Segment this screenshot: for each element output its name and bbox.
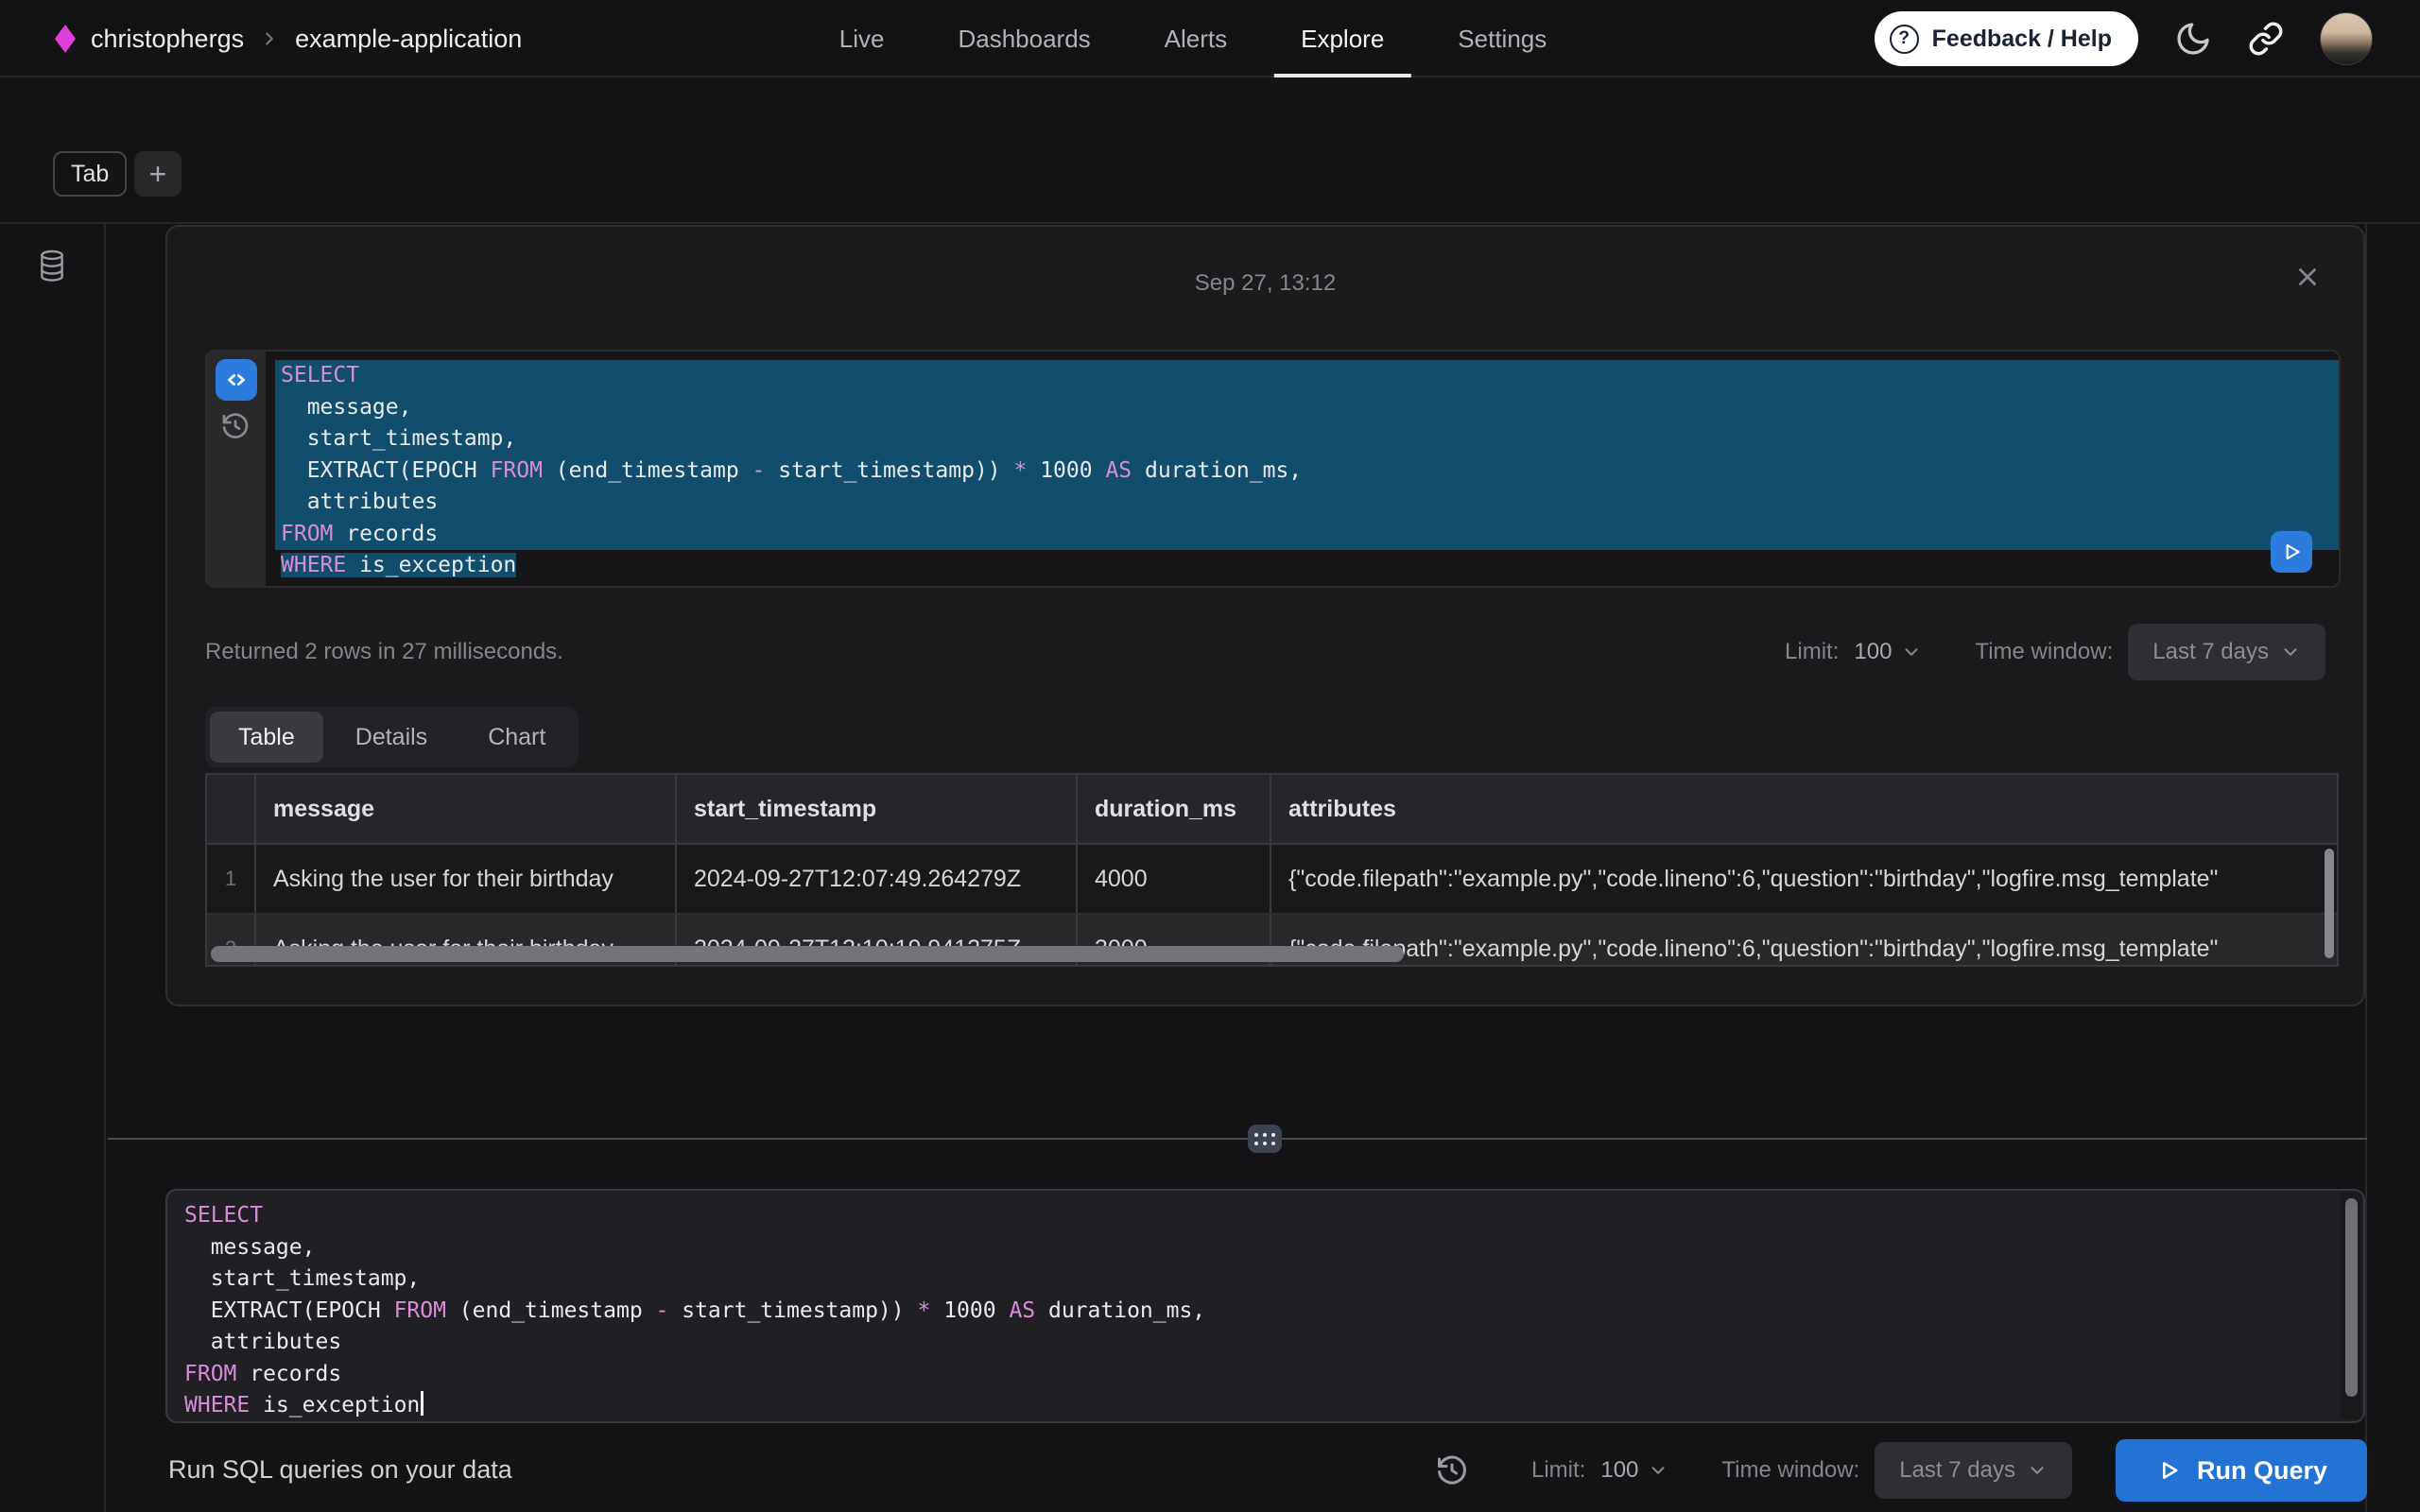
result-summary: Returned 2 rows in 27 milliseconds. bbox=[205, 639, 563, 665]
breadcrumb-separator-icon bbox=[259, 28, 280, 49]
breadcrumb: christophergs example-application bbox=[55, 0, 522, 77]
sql-line: attributes bbox=[179, 1327, 2363, 1359]
table-cell-duration_ms: 4000 bbox=[1078, 845, 1271, 913]
nav-item-live[interactable]: Live bbox=[839, 0, 885, 77]
table-header-message: message bbox=[256, 775, 677, 843]
query-history-icon[interactable] bbox=[1435, 1453, 1469, 1487]
sql-line: WHERE is_exception bbox=[275, 550, 2339, 582]
horizontal-scrollbar[interactable] bbox=[211, 946, 1404, 962]
help-icon: ? bbox=[1890, 25, 1919, 54]
run-snippet-play-button[interactable] bbox=[2271, 531, 2312, 573]
snippet-history-icon[interactable] bbox=[220, 410, 252, 442]
breadcrumb-org[interactable]: christophergs bbox=[91, 25, 244, 54]
code-icon-button[interactable] bbox=[216, 359, 257, 401]
card-timestamp: Sep 27, 13:12 bbox=[167, 270, 2363, 297]
nav-item-settings[interactable]: Settings bbox=[1458, 0, 1547, 77]
code-brackets-icon bbox=[223, 367, 250, 393]
page-title: Run SQL queries on your data bbox=[168, 1455, 512, 1485]
nav-item-alerts[interactable]: Alerts bbox=[1165, 0, 1227, 77]
sql-editor-code[interactable]: SELECT message, start_timestamp, EXTRACT… bbox=[167, 1191, 2363, 1422]
time-window-label: Time window: bbox=[1975, 639, 2113, 665]
sql-line: start_timestamp, bbox=[179, 1263, 2363, 1296]
result-summary-row: Returned 2 rows in 27 milliseconds. Limi… bbox=[205, 624, 2325, 680]
time-window-label: Time window: bbox=[1721, 1457, 1859, 1484]
logo-diamond-icon[interactable] bbox=[55, 25, 76, 53]
view-tab-chart[interactable]: Chart bbox=[459, 712, 574, 763]
query-result-card: Sep 27, 13:12 SELECT message, start_time… bbox=[165, 225, 2365, 1006]
top-nav: christophergs example-application Live Da… bbox=[0, 0, 2420, 77]
table-cell-attributes: {"code.filepath":"example.py","code.line… bbox=[1271, 845, 2337, 913]
panel-divider bbox=[2365, 224, 2367, 1512]
sql-line: FROM records bbox=[179, 1359, 2363, 1391]
time-window-dropdown[interactable]: Last 7 days bbox=[2128, 624, 2325, 680]
sql-line: FROM records bbox=[275, 519, 2339, 551]
chevron-down-icon bbox=[2027, 1460, 2048, 1481]
primary-nav: Live Dashboards Alerts Explore Settings bbox=[839, 0, 1547, 77]
database-icon[interactable] bbox=[36, 249, 68, 1512]
table-header-row: messagestart_timestampduration_msattribu… bbox=[207, 775, 2337, 845]
header-divider bbox=[0, 222, 2420, 224]
sql-line: message, bbox=[275, 392, 2339, 424]
nav-actions: ? Feedback / Help bbox=[1875, 0, 2373, 77]
feedback-help-button[interactable]: ? Feedback / Help bbox=[1875, 11, 2138, 66]
vertical-scrollbar[interactable] bbox=[2325, 849, 2334, 958]
pane-resize-handle[interactable] bbox=[1248, 1125, 1282, 1153]
sql-line: SELECT bbox=[179, 1200, 2363, 1232]
feedback-help-label: Feedback / Help bbox=[1932, 26, 2112, 53]
left-rail bbox=[0, 224, 106, 1512]
view-tab-table[interactable]: Table bbox=[210, 712, 323, 763]
result-view-tabs: TableDetailsChart bbox=[205, 707, 579, 767]
breadcrumb-project[interactable]: example-application bbox=[295, 25, 522, 54]
card-query-controls: Limit: 100 Time window: Last 7 days bbox=[1785, 624, 2325, 680]
limit-label: Limit: bbox=[1531, 1457, 1585, 1484]
sql-line: SELECT bbox=[275, 360, 2339, 392]
theme-toggle-moon-icon[interactable] bbox=[2174, 20, 2212, 58]
sql-line: WHERE is_exception bbox=[179, 1390, 2363, 1422]
nav-item-dashboards[interactable]: Dashboards bbox=[958, 0, 1090, 77]
chevron-down-icon bbox=[1648, 1460, 1668, 1481]
run-query-button[interactable]: Run Query bbox=[2116, 1439, 2367, 1502]
chevron-down-icon bbox=[1901, 642, 1922, 662]
query-tab[interactable]: Tab bbox=[53, 151, 127, 197]
sql-line: message, bbox=[179, 1232, 2363, 1264]
nav-item-explore[interactable]: Explore bbox=[1301, 0, 1384, 77]
sql-snippet-code[interactable]: SELECT message, start_timestamp, EXTRACT… bbox=[266, 352, 2339, 586]
limit-label: Limit: bbox=[1785, 639, 1839, 665]
table-cell-message: Asking the user for their birthday bbox=[256, 845, 677, 913]
table-header-rownum bbox=[207, 775, 256, 843]
table-header-start_timestamp: start_timestamp bbox=[677, 775, 1078, 843]
view-tab-details[interactable]: Details bbox=[327, 712, 456, 763]
sql-line: EXTRACT(EPOCH FROM (end_timestamp - star… bbox=[179, 1296, 2363, 1328]
pane-divider-line bbox=[108, 1138, 2367, 1140]
share-link-icon[interactable] bbox=[2248, 21, 2284, 57]
play-icon bbox=[2155, 1457, 2182, 1484]
time-window-dropdown[interactable]: Last 7 days bbox=[1875, 1442, 2072, 1499]
table-row[interactable]: 1Asking the user for their birthday2024-… bbox=[207, 845, 2337, 915]
text-cursor bbox=[421, 1391, 424, 1416]
sql-line: attributes bbox=[275, 487, 2339, 519]
sql-line: start_timestamp, bbox=[275, 423, 2339, 455]
limit-dropdown[interactable]: 100 bbox=[1854, 639, 1922, 665]
footer-query-controls: Limit: 100 Time window: Last 7 days Run … bbox=[1435, 1438, 2367, 1503]
sql-snippet-gutter bbox=[207, 352, 266, 586]
editor-scrollbar-thumb[interactable] bbox=[2345, 1198, 2358, 1397]
results-table: messagestart_timestampduration_msattribu… bbox=[205, 773, 2339, 967]
add-tab-button[interactable]: + bbox=[134, 151, 182, 197]
table-header-attributes: attributes bbox=[1271, 775, 2337, 843]
chevron-down-icon bbox=[2280, 642, 2301, 662]
user-avatar[interactable] bbox=[2320, 12, 2373, 65]
limit-dropdown[interactable]: 100 bbox=[1600, 1457, 1668, 1484]
table-header-duration_ms: duration_ms bbox=[1078, 775, 1271, 843]
close-icon[interactable] bbox=[2293, 263, 2322, 291]
play-icon bbox=[2279, 540, 2304, 564]
sql-editor[interactable]: SELECT message, start_timestamp, EXTRACT… bbox=[165, 1189, 2365, 1423]
table-cell-attributes: {"code.filepath":"example.py","code.line… bbox=[1271, 915, 2337, 967]
table-cell-start_timestamp: 2024-09-27T12:07:49.264279Z bbox=[677, 845, 1078, 913]
sql-snippet-block[interactable]: SELECT message, start_timestamp, EXTRACT… bbox=[205, 350, 2341, 588]
sql-line: EXTRACT(EPOCH FROM (end_timestamp - star… bbox=[275, 455, 2339, 488]
table-cell-rownum: 1 bbox=[207, 845, 256, 913]
